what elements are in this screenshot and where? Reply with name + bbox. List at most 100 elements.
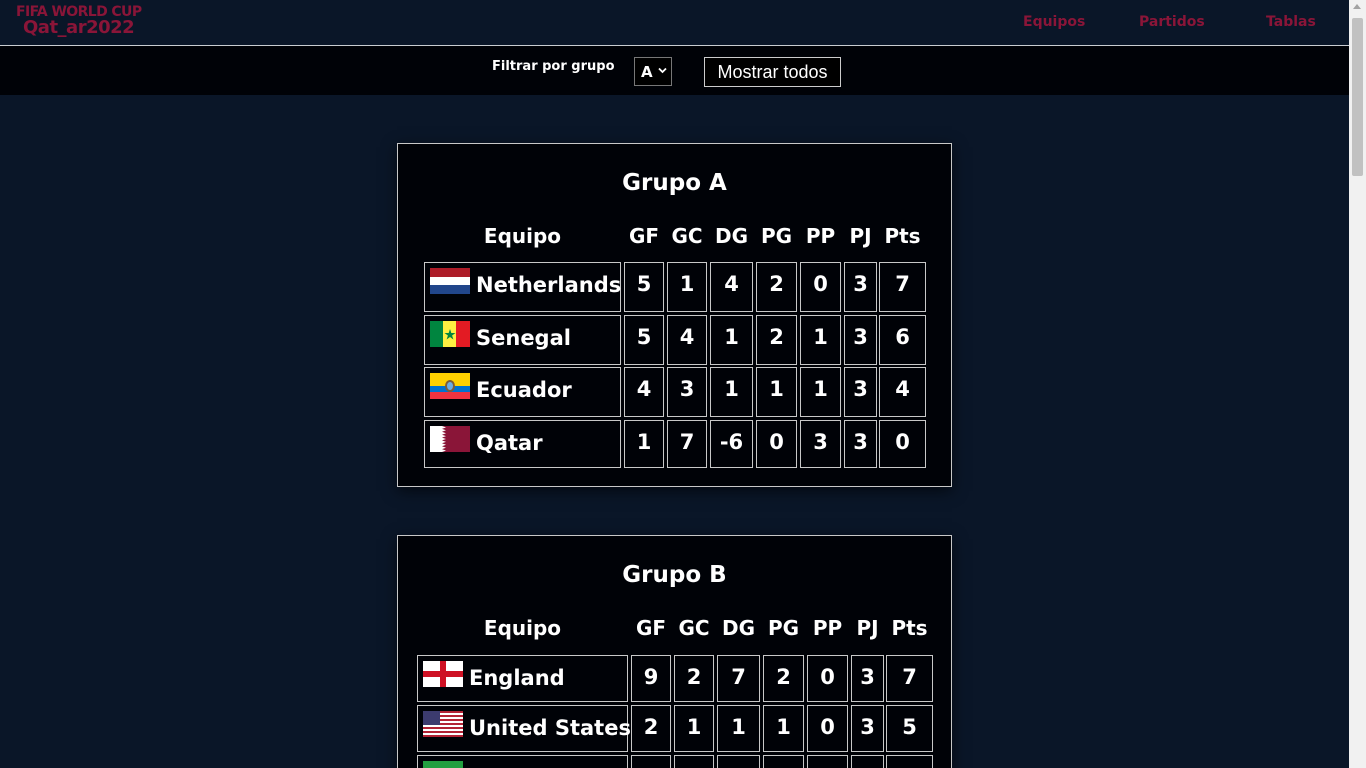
scroll-up-arrow-icon[interactable] [1353, 4, 1361, 9]
stat-pts [886, 755, 933, 768]
stat-pp: 1 [800, 315, 841, 365]
stat-pp: 0 [807, 655, 848, 702]
stat-dg: 7 [717, 655, 760, 702]
team-cell: Senegal [424, 315, 621, 365]
stat-pp: 1 [800, 367, 841, 417]
group-select[interactable]: A [634, 57, 672, 86]
stat-pj: 3 [844, 367, 877, 417]
stat-pp: 0 [807, 705, 848, 752]
column-header-dg: DG [714, 224, 749, 248]
logo-line2: Qat_ar2022 [23, 17, 135, 38]
stat-pts: 7 [886, 655, 933, 702]
stat-gf: 4 [624, 367, 664, 417]
team-cell: United States [417, 705, 631, 752]
column-header-pj: PJ [849, 224, 872, 248]
top-navbar: FIFA WORLD CUP Qat_ar2022 Equipos Partid… [0, 0, 1349, 46]
column-header-gc: GC [671, 224, 703, 248]
stat-gf: 1 [624, 420, 664, 468]
stat-pts: 7 [879, 262, 926, 312]
netherlands-flag-icon [430, 268, 470, 294]
stat-pj [851, 755, 884, 768]
fifa-world-cup-logo[interactable]: FIFA WORLD CUP Qat_ar2022 [16, 5, 142, 38]
filter-bar: Filtrar por grupo A Mostrar todos [0, 46, 1349, 95]
team-name: England [469, 666, 565, 690]
stat-pts: 5 [886, 705, 933, 752]
stat-pp [807, 755, 848, 768]
stat-pg: 1 [756, 367, 797, 417]
team-name: Ecuador [476, 378, 572, 402]
stat-pts: 0 [879, 420, 926, 468]
column-header-equipo: Equipo [483, 224, 562, 248]
column-header-pts: Pts [884, 224, 921, 248]
team-name: United States [469, 716, 631, 740]
stat-dg: 1 [717, 705, 760, 752]
stat-gc: 4 [667, 315, 707, 365]
vertical-scrollbar[interactable] [1349, 0, 1366, 768]
nav-link-partidos[interactable]: Partidos [1139, 14, 1205, 30]
column-header-dg: DG [721, 616, 756, 640]
group-title: Grupo B [622, 562, 727, 588]
team-name: Netherlands [476, 273, 622, 297]
column-header-gc: GC [678, 616, 710, 640]
filter-label: Filtrar por grupo [492, 59, 615, 74]
stat-gf: 5 [624, 315, 664, 365]
stat-gf [631, 755, 671, 768]
stat-gc: 1 [667, 262, 707, 312]
column-header-gf: GF [628, 224, 660, 248]
stat-pts: 4 [879, 367, 926, 417]
united-states-flag-icon [423, 711, 463, 737]
stat-gc: 2 [674, 655, 714, 702]
stat-pp: 3 [800, 420, 841, 468]
stat-gf: 5 [624, 262, 664, 312]
qatar-flag-icon [430, 426, 470, 452]
stat-pj: 3 [851, 655, 884, 702]
team-name: Senegal [476, 326, 571, 350]
stat-pg: 1 [763, 705, 804, 752]
column-header-pp: PP [812, 616, 843, 640]
stat-dg: 4 [710, 262, 753, 312]
stat-gc: 7 [667, 420, 707, 468]
group-card-b: Grupo B Equipo GF GC DG PG PP PJ Pts Eng… [397, 535, 952, 768]
stat-gf: 9 [631, 655, 671, 702]
scrollbar-thumb[interactable] [1352, 18, 1363, 176]
stat-pp: 0 [800, 262, 841, 312]
stat-gc: 1 [674, 705, 714, 752]
stat-dg: -6 [710, 420, 753, 468]
column-header-pts: Pts [891, 616, 928, 640]
show-all-button[interactable]: Mostrar todos [704, 57, 841, 87]
group-select-value: A [641, 63, 653, 81]
team-cell: Ecuador [424, 367, 621, 417]
group-card-a: Grupo A Equipo GF GC DG PG PP PJ Pts Net… [397, 143, 952, 487]
stat-pj: 3 [844, 262, 877, 312]
team-cell: England [417, 655, 628, 702]
stat-pts: 6 [879, 315, 926, 365]
column-header-pj: PJ [856, 616, 879, 640]
stat-pj: 3 [851, 705, 884, 752]
senegal-flag-icon [430, 321, 470, 347]
ecuador-flag-icon [430, 373, 470, 399]
team-cell: Qatar [424, 420, 621, 468]
stat-pj: 3 [844, 420, 877, 468]
stat-gc: 3 [667, 367, 707, 417]
flag-icon [423, 761, 463, 768]
stat-gf: 2 [631, 705, 671, 752]
stat-pg [763, 755, 804, 768]
stat-dg: 1 [710, 367, 753, 417]
nav-link-equipos[interactable]: Equipos [1023, 14, 1085, 30]
column-header-pp: PP [805, 224, 836, 248]
team-name: Qatar [476, 431, 543, 455]
stat-pg: 2 [763, 655, 804, 702]
stat-gc [674, 755, 714, 768]
column-header-pg: PG [760, 224, 793, 248]
stat-pj: 3 [844, 315, 877, 365]
stat-dg [717, 755, 760, 768]
england-flag-icon [423, 661, 463, 687]
nav-link-tablas[interactable]: Tablas [1266, 14, 1316, 30]
team-cell: Netherlands [424, 262, 621, 312]
column-header-equipo: Equipo [483, 616, 562, 640]
stat-pg: 2 [756, 315, 797, 365]
stat-pg: 2 [756, 262, 797, 312]
column-header-pg: PG [767, 616, 800, 640]
column-header-gf: GF [635, 616, 667, 640]
chevron-down-icon [658, 64, 667, 77]
